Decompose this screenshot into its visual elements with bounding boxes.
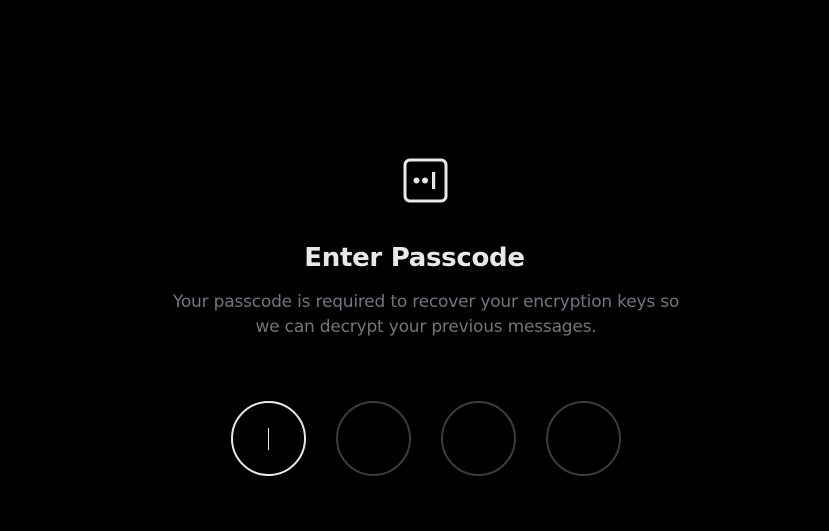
passcode-digit-4[interactable] [546,401,621,476]
passcode-icon [403,158,448,203]
page-title: Enter Passcode [304,243,525,273]
passcode-digit-3[interactable] [441,401,516,476]
passcode-digit-1[interactable] [231,401,306,476]
passcode-description: Your passcode is required to recover you… [172,292,680,337]
text-caret [268,428,269,450]
passcode-input-group [231,401,622,477]
passcode-screen: Enter Passcode Your passcode is required… [0,0,829,531]
passcode-digit-2[interactable] [336,401,411,476]
